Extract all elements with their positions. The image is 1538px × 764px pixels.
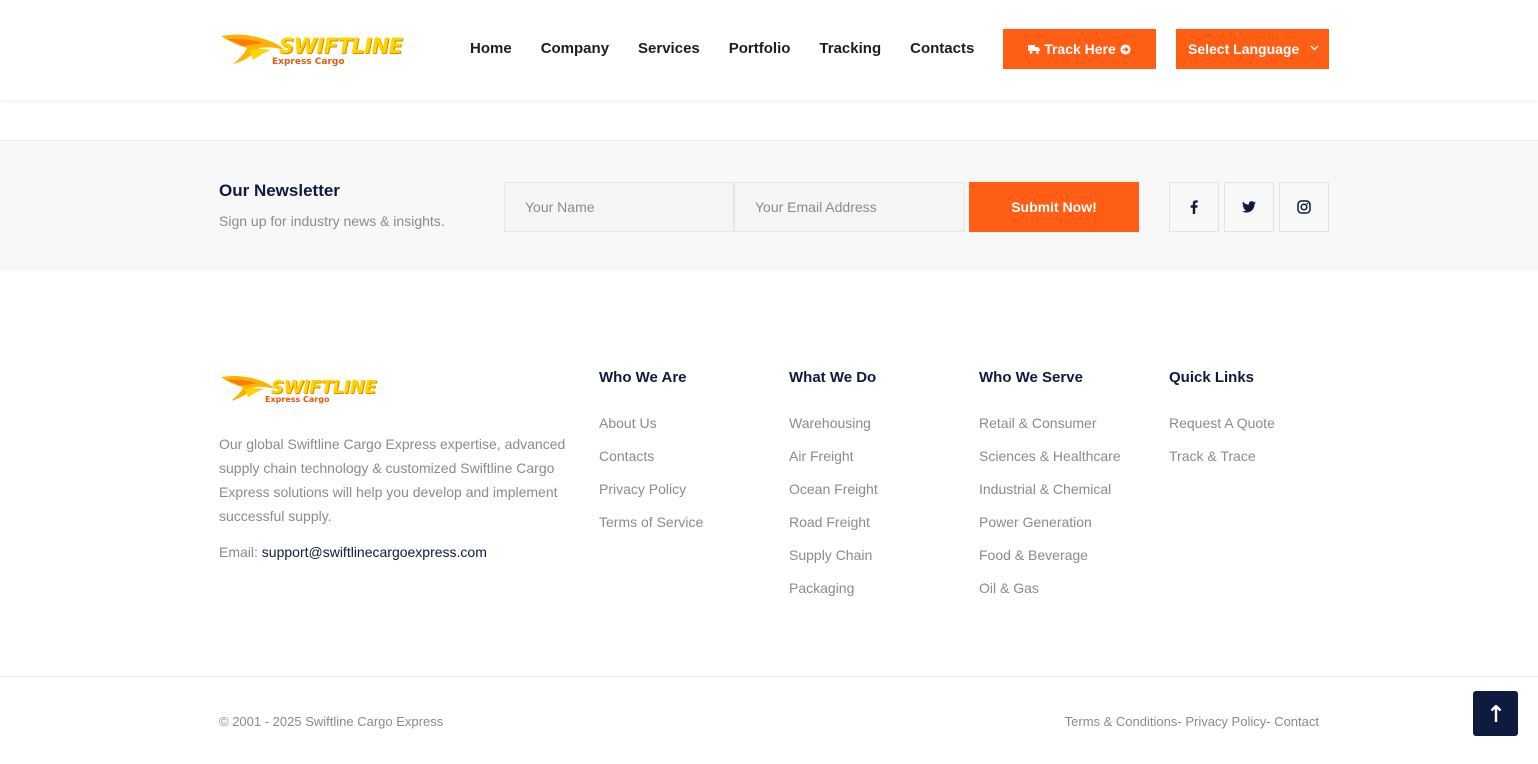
newsletter-subtitle: Sign up for industry news & insights.: [219, 213, 445, 229]
footer-link[interactable]: Power Generation: [979, 514, 1121, 547]
footer-link[interactable]: Terms of Service: [599, 514, 703, 547]
footer-link[interactable]: Track & Trace: [1169, 448, 1275, 481]
about-text: Our global Swiftline Cargo Express exper…: [219, 436, 566, 524]
nav-portfolio[interactable]: Portfolio: [729, 40, 791, 57]
footer-link[interactable]: Road Freight: [789, 514, 878, 547]
column-title: What We Do: [789, 369, 877, 386]
footer-link[interactable]: Ocean Freight: [789, 481, 878, 514]
nav-company[interactable]: Company: [541, 40, 609, 57]
arrow-circle-right-icon: [1120, 43, 1131, 55]
footer-link[interactable]: Food & Beverage: [979, 547, 1121, 580]
language-select[interactable]: Select Language: [1176, 29, 1329, 69]
privacy-link[interactable]: Privacy Policy: [1185, 714, 1266, 729]
legal-links: Terms & Conditions- Privacy Policy- Cont…: [1064, 714, 1319, 729]
footer-link[interactable]: Warehousing: [789, 415, 878, 448]
footer-divider: [0, 676, 1538, 677]
submit-button[interactable]: Submit Now!: [969, 182, 1139, 232]
footer-link[interactable]: About Us: [599, 415, 703, 448]
email-link[interactable]: support@swiftlinecargoexpress.com: [262, 544, 487, 560]
twitter-icon: [1242, 201, 1256, 213]
column-title: Who We Serve: [979, 369, 1083, 386]
column-title: Quick Links: [1169, 369, 1255, 386]
chevron-down-icon: [1310, 43, 1319, 54]
track-here-label: Track Here: [1044, 41, 1116, 57]
email-input[interactable]: Your Email Address: [734, 182, 965, 232]
instagram-button[interactable]: [1279, 182, 1329, 232]
main-nav: Home Company Services Portfolio Tracking…: [470, 40, 1003, 57]
footer-link[interactable]: Industrial & Chemical: [979, 481, 1121, 514]
facebook-button[interactable]: [1169, 182, 1219, 232]
footer-column-who-we-serve: Who We Serve Retail & Consumer Sciences …: [979, 369, 1121, 613]
twitter-button[interactable]: [1224, 182, 1274, 232]
truck-icon: [1028, 45, 1041, 54]
footer-link[interactable]: Privacy Policy: [599, 481, 703, 514]
nav-tracking[interactable]: Tracking: [819, 40, 881, 57]
nav-services[interactable]: Services: [638, 40, 700, 57]
nav-contacts[interactable]: Contacts: [910, 40, 974, 57]
footer-logo[interactable]: SWIFTLINE Express Cargo: [219, 372, 377, 408]
email-label: Email:: [219, 544, 258, 560]
terms-link[interactable]: Terms & Conditions: [1065, 714, 1178, 729]
footer-logo-subtitle: Express Cargo: [265, 395, 330, 404]
footer-link[interactable]: Air Freight: [789, 448, 878, 481]
brand-logo[interactable]: SWIFTLINE Express Cargo: [219, 30, 403, 72]
footer-link[interactable]: Contacts: [599, 448, 703, 481]
contact-email: Email: support@swiftlinecargoexpress.com: [219, 544, 487, 560]
name-input[interactable]: Your Name: [504, 182, 734, 232]
facebook-icon: [1190, 200, 1198, 214]
footer-link[interactable]: Packaging: [789, 580, 878, 613]
footer-link[interactable]: Supply Chain: [789, 547, 878, 580]
footer-column-quick-links: Quick Links Request A Quote Track & Trac…: [1169, 369, 1275, 481]
site-header: SWIFTLINE Express Cargo Home Company Ser…: [0, 0, 1538, 100]
column-title: Who We Are: [599, 369, 687, 386]
logo-title: SWIFTLINE: [279, 34, 403, 58]
logo-subtitle: Express Cargo: [272, 57, 345, 67]
arrow-up-icon: [1490, 704, 1501, 722]
contact-link[interactable]: Contact: [1274, 714, 1319, 729]
footer-link[interactable]: Sciences & Healthcare: [979, 448, 1121, 481]
footer-link[interactable]: Request A Quote: [1169, 415, 1275, 448]
nav-home[interactable]: Home: [470, 40, 512, 57]
footer-link[interactable]: Oil & Gas: [979, 580, 1121, 613]
track-here-button[interactable]: Track Here: [1003, 29, 1156, 69]
scroll-to-top-button[interactable]: [1473, 691, 1518, 736]
footer-column-what-we-do: What We Do Warehousing Air Freight Ocean…: [789, 369, 878, 613]
instagram-icon: [1297, 200, 1311, 214]
newsletter-section: Our Newsletter Sign up for industry news…: [0, 140, 1538, 271]
footer-link[interactable]: Retail & Consumer: [979, 415, 1121, 448]
newsletter-title: Our Newsletter: [219, 181, 340, 200]
footer-column-who-we-are: Who We Are About Us Contacts Privacy Pol…: [599, 369, 703, 547]
language-select-label: Select Language: [1188, 41, 1300, 57]
copyright: © 2001 - 2025 Swiftline Cargo Express: [219, 714, 444, 729]
